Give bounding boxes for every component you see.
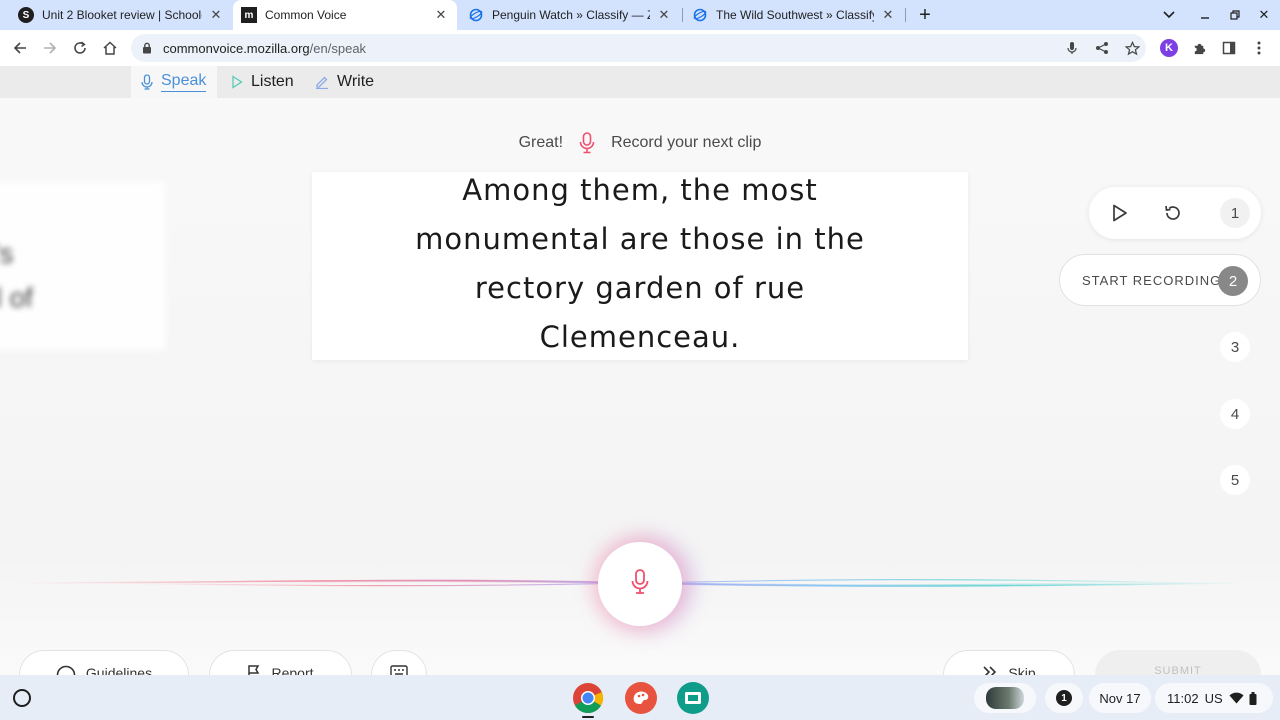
prompt-great: Great!: [518, 134, 564, 151]
url-host: commonvoice.mozilla.org: [163, 40, 310, 56]
guidelines-button[interactable]: Guidelines: [19, 650, 189, 675]
screenshot-thumbnail-icon: [986, 687, 1024, 709]
common-voice-icon: m: [241, 7, 257, 23]
zooniverse-icon: [692, 7, 708, 23]
sentence-text: Among them, the most monumental are thos…: [415, 173, 865, 354]
tab-title: Common Voice: [265, 8, 347, 22]
recording-prompt: Great! Record your next clip: [0, 132, 1280, 154]
question-icon: [56, 665, 76, 675]
tab-search-icon[interactable]: [1157, 3, 1181, 27]
close-icon[interactable]: ✕: [656, 7, 672, 23]
start-recording-label: START RECORDING: [1082, 272, 1222, 288]
launcher-icon[interactable]: [13, 689, 31, 707]
battery-icon: [1249, 691, 1257, 705]
tab-separator: [682, 8, 683, 22]
tote-holding-space[interactable]: [974, 683, 1036, 713]
status-tray[interactable]: 11:02 US: [1155, 683, 1273, 713]
date-label: Nov 17: [1099, 690, 1141, 706]
back-icon[interactable]: [8, 36, 32, 60]
forward-icon[interactable]: [38, 36, 62, 60]
locale-label: US: [1204, 690, 1223, 706]
close-icon[interactable]: ✕: [880, 7, 896, 23]
close-icon[interactable]: ✕: [433, 7, 449, 23]
new-tab-button[interactable]: +: [913, 3, 937, 27]
prompt-next: Record your next clip: [611, 134, 762, 151]
clip-1-controls: 1: [1089, 187, 1261, 239]
submit-label: SUBMIT: [1154, 665, 1202, 675]
common-voice-page: Speak Listen Write Great! Record your ne…: [0, 66, 1280, 675]
lock-icon: [141, 42, 153, 54]
previous-sentence-card: / y's al of: [0, 182, 165, 350]
canvas-app-icon[interactable]: [625, 682, 657, 714]
extensions-icon[interactable]: [1189, 38, 1209, 58]
restore-icon[interactable]: [1223, 3, 1247, 27]
wifi-icon: [1229, 692, 1244, 704]
submit-button[interactable]: SUBMIT: [1095, 650, 1261, 675]
address-bar[interactable]: commonvoice.mozilla.org/en/speak: [131, 34, 1146, 62]
report-button[interactable]: Report: [209, 650, 352, 675]
tab-separator: [905, 8, 906, 22]
profile-avatar[interactable]: K: [1159, 38, 1179, 58]
tab-label: Listen: [251, 73, 294, 90]
shelf: 1 Nov 17 11:02 US: [0, 675, 1280, 720]
rerecord-button[interactable]: [1161, 201, 1185, 225]
skip-label: Skip: [1008, 665, 1036, 675]
report-label: Report: [271, 665, 314, 675]
play-clip-button[interactable]: [1108, 201, 1132, 225]
tab-schoology[interactable]: S Unit 2 Blooket review | Schoology ✕: [10, 0, 232, 30]
flag-icon: [247, 665, 261, 675]
minimize-icon[interactable]: [1193, 3, 1217, 27]
tab-wild-southwest[interactable]: The Wild Southwest » Classify — Zooniver…: [684, 0, 904, 30]
clip-number-2: 2: [1218, 266, 1248, 296]
clip-number-4: 4: [1220, 399, 1250, 429]
tab-strip: S Unit 2 Blooket review | Schoology ✕ m …: [0, 0, 1280, 30]
skip-icon: [982, 665, 998, 675]
sentence-card: Among them, the most monumental are thos…: [312, 172, 968, 360]
clip-number-5: 5: [1220, 465, 1250, 495]
play-icon: [231, 75, 243, 89]
microphone-icon: [631, 568, 649, 600]
kebab-menu-icon[interactable]: [1249, 38, 1269, 58]
reload-icon[interactable]: [68, 36, 92, 60]
clip-number-1: 1: [1220, 198, 1250, 228]
keyboard-icon: [390, 665, 408, 675]
home-icon[interactable]: [98, 36, 122, 60]
clip-number-3: 3: [1220, 332, 1250, 362]
tab-speak[interactable]: Speak: [131, 66, 217, 98]
skip-button[interactable]: Skip: [943, 650, 1075, 675]
tab-write[interactable]: Write: [315, 66, 374, 98]
active-app-indicator: [582, 716, 594, 718]
contribute-nav: Speak Listen Write: [0, 66, 1280, 98]
microphone-icon: [141, 74, 153, 90]
notification-badge[interactable]: 1: [1045, 683, 1083, 713]
close-window-icon[interactable]: ✕: [1252, 3, 1276, 27]
schoology-icon: S: [18, 7, 34, 23]
time-label: 11:02: [1167, 690, 1199, 706]
tab-label: Speak: [161, 72, 207, 92]
record-button[interactable]: [598, 542, 682, 626]
microphone-icon[interactable]: [1062, 38, 1082, 58]
tab-listen[interactable]: Listen: [231, 66, 294, 98]
tab-common-voice[interactable]: m Common Voice ✕: [233, 0, 457, 30]
close-icon[interactable]: ✕: [208, 7, 224, 23]
chrome-icon[interactable]: [572, 682, 604, 714]
tab-title: Penguin Watch » Classify — Zooniverse: [492, 8, 650, 22]
guidelines-label: Guidelines: [85, 665, 153, 675]
tab-title: Unit 2 Blooket review | Schoology: [42, 8, 202, 22]
tab-label: Write: [337, 73, 375, 90]
bookmark-star-icon[interactable]: [1122, 38, 1142, 58]
share-icon[interactable]: [1092, 38, 1112, 58]
url-path: /en/speak: [309, 40, 367, 56]
classroom-app-icon[interactable]: [677, 682, 709, 714]
previous-sentence-text: / y's al of: [0, 238, 33, 313]
microphone-icon: [579, 132, 595, 154]
zooniverse-icon: [468, 7, 484, 23]
date-tray[interactable]: Nov 17: [1089, 683, 1151, 713]
tab-penguin-watch[interactable]: Penguin Watch » Classify — Zooniverse ✕: [460, 0, 680, 30]
keyboard-shortcuts-button[interactable]: [371, 650, 427, 675]
pencil-icon: [315, 75, 329, 89]
browser-toolbar: commonvoice.mozilla.org/en/speak K: [0, 30, 1280, 66]
tab-title: The Wild Southwest » Classify — Zooniver…: [716, 8, 874, 22]
side-panel-icon[interactable]: [1219, 38, 1239, 58]
